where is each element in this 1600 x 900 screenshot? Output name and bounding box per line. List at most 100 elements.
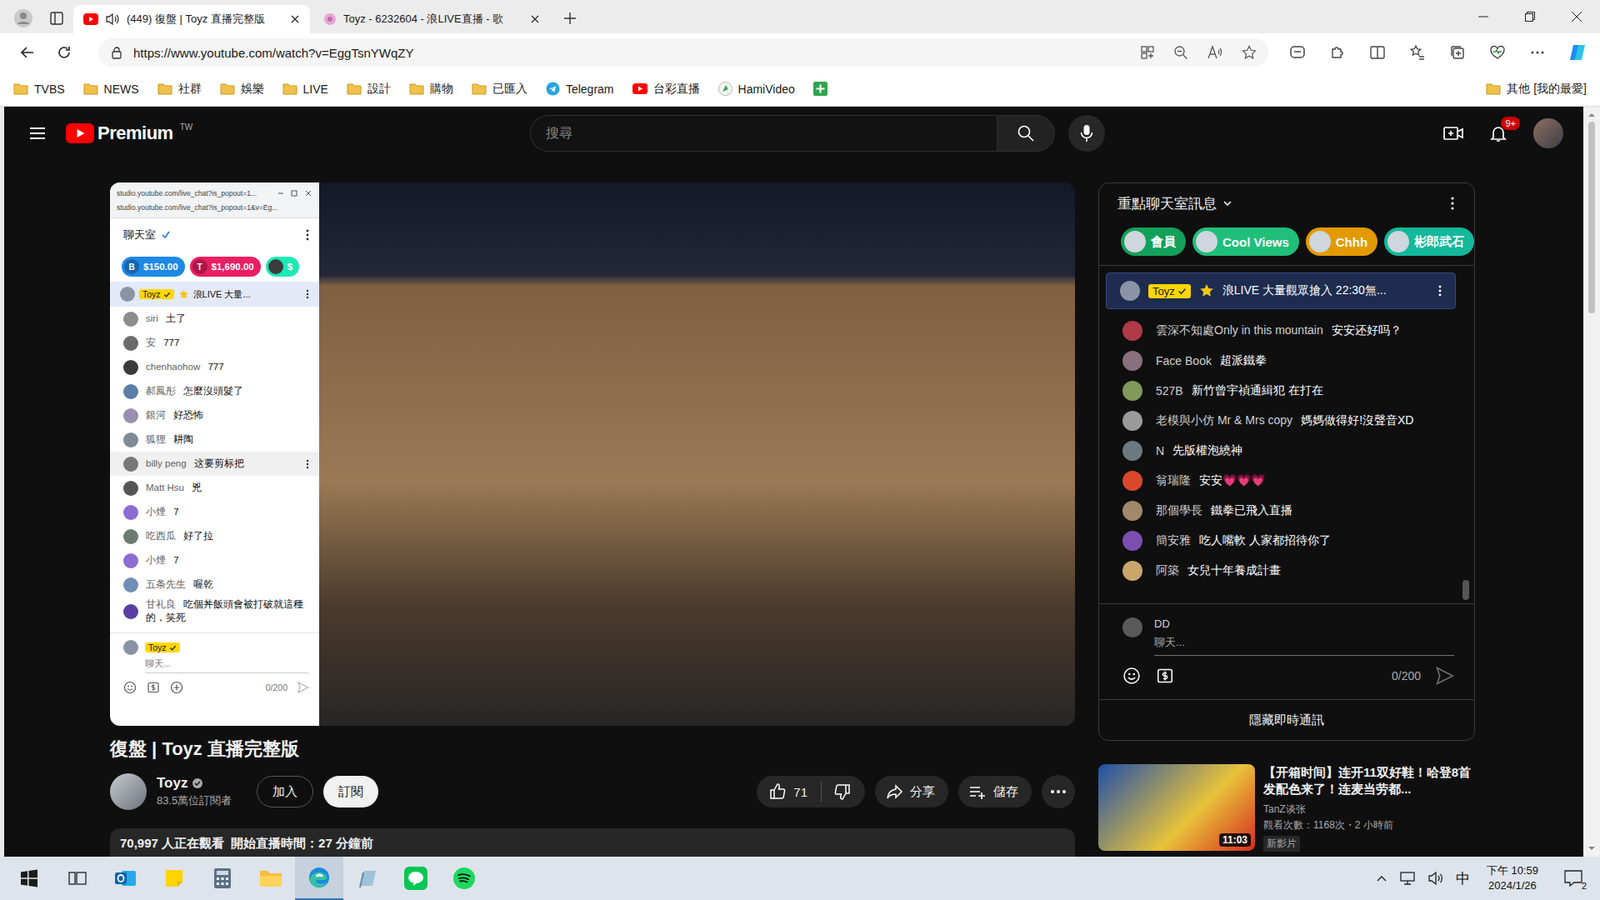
chat-message[interactable]: 五条先生 喔乾 xyxy=(110,572,320,597)
chat-message[interactable]: 小煙 7 xyxy=(110,500,320,525)
chevron-up-icon[interactable] xyxy=(1375,874,1388,883)
app-install-icon[interactable] xyxy=(1140,45,1155,60)
voice-search-button[interactable] xyxy=(1068,115,1105,152)
ticker-chip[interactable]: Cool Views xyxy=(1192,227,1300,256)
network-icon[interactable] xyxy=(1399,870,1416,886)
chat-message[interactable]: N 先版權泡繞神 xyxy=(1099,435,1475,466)
chat-scrollbar[interactable] xyxy=(1462,580,1470,600)
bookmark[interactable]: LIVE xyxy=(277,79,334,100)
bookmark[interactable]: TVBS xyxy=(8,79,70,100)
extensions-button[interactable] xyxy=(1321,37,1354,68)
bookmark[interactable]: HamiVideo xyxy=(713,78,800,100)
clock[interactable]: 下午 10:59 2024/1/26 xyxy=(1481,863,1544,894)
pinned-message[interactable]: Toyz 浪LIVE 大量觀眾搶入 22:30無... xyxy=(1105,272,1456,310)
chat-message[interactable]: 銀河 好恐怖 xyxy=(110,403,320,428)
copilot-button[interactable] xyxy=(1561,37,1594,68)
close-window-button[interactable] xyxy=(1553,0,1600,34)
favorite-star-icon[interactable] xyxy=(1241,45,1257,60)
taskbar-app[interactable] xyxy=(391,856,440,900)
more-actions-button[interactable] xyxy=(1041,775,1075,809)
account-avatar[interactable] xyxy=(1533,118,1564,149)
channel-name[interactable]: Toyz xyxy=(156,775,188,792)
send-icon[interactable] xyxy=(297,681,310,694)
bookmark[interactable]: 已匯入 xyxy=(466,78,533,100)
read-aloud-icon[interactable] xyxy=(1206,45,1224,60)
kebab-icon[interactable] xyxy=(305,459,310,470)
super-chat-chip[interactable]: B $150.00 xyxy=(121,256,185,277)
taskbar-app[interactable] xyxy=(101,856,150,900)
bookmark[interactable]: Telegram xyxy=(540,78,620,100)
taskbar-app[interactable] xyxy=(198,856,247,900)
recommended-video[interactable]: 11:03 【开箱时间】连开11双好鞋！哈登8首发配色来了！连麦当劳都... T… xyxy=(1098,764,1475,852)
start-button[interactable] xyxy=(5,856,54,900)
subscribe-button[interactable]: 訂閱 xyxy=(323,775,379,808)
ticker-chip[interactable]: Chhh xyxy=(1305,227,1378,256)
emoji-icon[interactable] xyxy=(1122,666,1141,685)
chat-message[interactable]: 郝鳳彤 怎麼沒頭髮了 xyxy=(110,379,320,404)
youtube-logo[interactable]: Premium TW xyxy=(65,122,193,145)
join-button[interactable]: 加入 xyxy=(256,775,314,808)
ticker-chip[interactable]: 彬郎武石 xyxy=(1384,227,1475,256)
taskbar-app[interactable] xyxy=(150,856,199,900)
taskbar-app[interactable] xyxy=(246,856,295,900)
split-screen-button[interactable] xyxy=(1361,37,1394,68)
notifications-button[interactable]: 9+ xyxy=(1481,116,1515,150)
kebab-icon[interactable] xyxy=(1438,285,1442,297)
other-bookmarks[interactable]: 其他 [我的最愛] xyxy=(1480,78,1592,100)
scroll-down-icon[interactable] xyxy=(1587,845,1596,852)
action-center-button[interactable]: 2 xyxy=(1555,869,1592,888)
pinned-message[interactable]: Toyz 浪LIVE 大量... xyxy=(110,281,320,307)
browser-tab[interactable]: Toyz - 6232604 - 浪LIVE直播 - 歌 xyxy=(313,5,550,34)
performance-button[interactable] xyxy=(1481,37,1514,68)
channel-avatar[interactable] xyxy=(110,773,147,810)
chat-message[interactable]: siri 土了 xyxy=(110,306,320,331)
ticker-chip[interactable]: 會員 xyxy=(1120,227,1186,256)
bookmark[interactable] xyxy=(808,78,833,100)
chat-message[interactable]: 雲深不知處Only in this mountain 安安还好吗？ xyxy=(1099,315,1475,346)
settings-more-button[interactable] xyxy=(1521,37,1554,68)
chat-message[interactable]: 小煙 7 xyxy=(110,548,320,573)
search-field[interactable]: 搜尋 xyxy=(530,115,997,152)
chat-message[interactable]: 翁瑞隆 安安💗💗💗 xyxy=(1099,465,1475,496)
bookmark[interactable]: 設計 xyxy=(341,78,396,100)
menu-button[interactable] xyxy=(20,116,55,150)
new-tab-button[interactable] xyxy=(553,3,587,34)
bookmark[interactable]: 台彩直播 xyxy=(627,78,705,100)
chat-message[interactable]: 阿築 女兒十年養成計畫 xyxy=(1099,555,1475,586)
zoom-out-icon[interactable] xyxy=(1173,45,1189,60)
bookmark[interactable]: 購物 xyxy=(404,78,459,100)
video-player[interactable]: studio.youtube.com/live_chat?is_popout=1… xyxy=(110,182,1075,726)
scroll-up-icon[interactable] xyxy=(1587,111,1596,119)
chat-message[interactable]: 甘礼良 吃個丼飯頭會被打破就這種的，笑死 xyxy=(110,596,320,626)
save-button[interactable]: 儲存 xyxy=(958,775,1032,808)
chat-message[interactable]: billy peng 这要剪标把 xyxy=(110,451,320,476)
chat-message[interactable]: chenhaohow 777 xyxy=(110,355,320,380)
tab-actions-button[interactable] xyxy=(40,3,74,34)
volume-icon[interactable] xyxy=(1427,870,1445,886)
chevron-down-icon[interactable] xyxy=(1221,197,1234,210)
chat-input[interactable]: Toyz 聊天... 0/200 xyxy=(110,632,320,705)
chat-message[interactable]: 老模與小仿 Mr & Mrs copy 媽媽做得好!沒聲音XD xyxy=(1099,405,1475,436)
taskbar-app[interactable] xyxy=(440,856,489,900)
speaker-icon[interactable] xyxy=(105,12,120,26)
create-button[interactable] xyxy=(1436,116,1470,150)
chat-message[interactable]: 527B 新竹曾宇禎通緝犯 在打在 xyxy=(1099,375,1475,406)
chat-message[interactable]: 那個學長 鐵拳已飛入直播 xyxy=(1099,495,1475,526)
bookmark[interactable]: 社群 xyxy=(152,78,207,100)
kebab-icon[interactable] xyxy=(305,289,310,300)
dropdown-check-icon[interactable] xyxy=(160,230,171,240)
chat-message[interactable]: 吃西瓜 好了拉 xyxy=(110,524,320,549)
favorites-button[interactable] xyxy=(1401,37,1434,68)
profile-button[interactable] xyxy=(6,3,40,34)
minimize-button[interactable] xyxy=(1460,0,1507,34)
chat-message[interactable]: 狐狸 耕陶 xyxy=(110,427,320,452)
page-scrollbar[interactable] xyxy=(1583,106,1600,857)
close-tab-icon[interactable] xyxy=(290,14,300,25)
chat-extension-button[interactable] xyxy=(1281,37,1314,68)
taskbar-app[interactable] xyxy=(343,856,392,900)
super-chat-icon[interactable] xyxy=(1155,666,1175,685)
dislike-button[interactable] xyxy=(821,782,865,801)
chat-message[interactable]: Matt Hsu 兇 xyxy=(110,475,320,500)
chat-message[interactable]: Face Book 超派鐵拳 xyxy=(1099,345,1475,376)
like-button[interactable]: 71 xyxy=(756,782,821,801)
